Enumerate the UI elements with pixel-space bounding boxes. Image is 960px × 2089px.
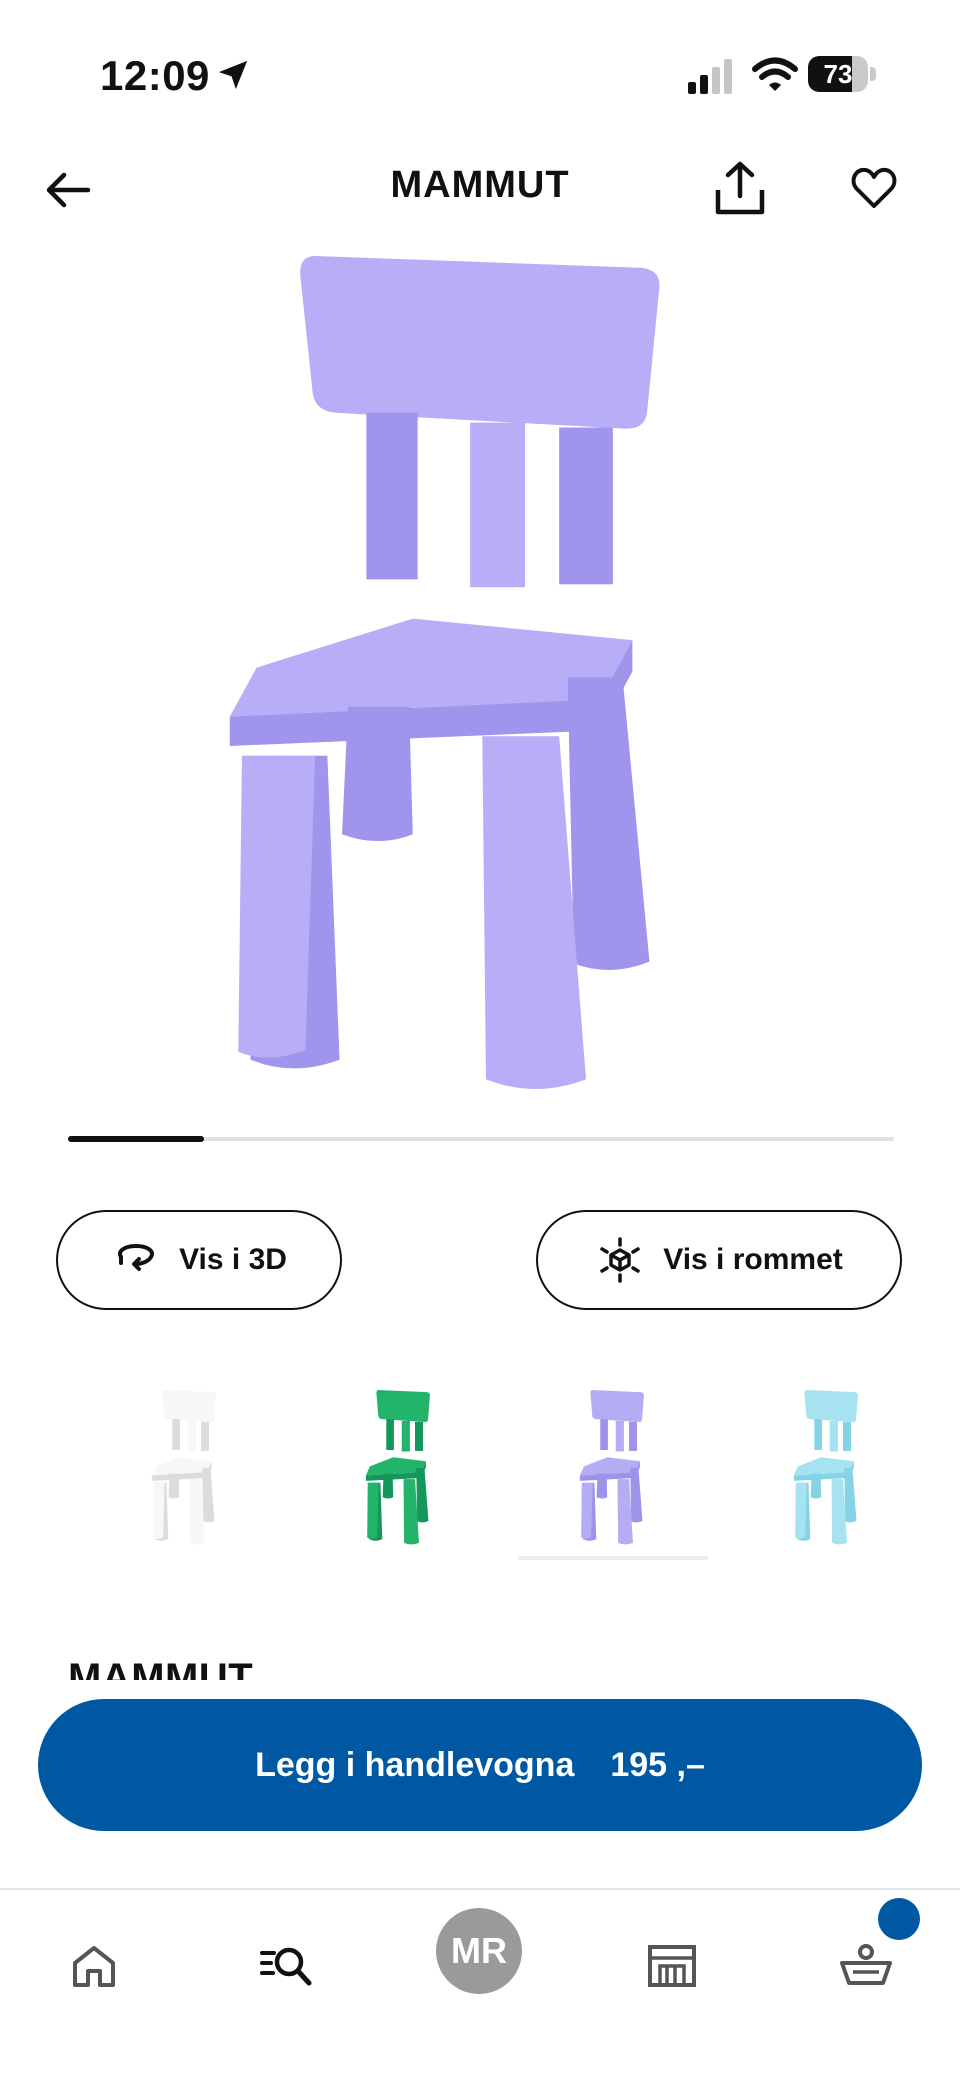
status-bar: 12:09 73	[0, 0, 960, 150]
variant-chair-image	[151, 1390, 216, 1545]
variant-green[interactable]	[304, 1390, 494, 1580]
add-to-cart-label: Legg i handlevogna	[255, 1745, 575, 1784]
share-icon[interactable]	[712, 160, 768, 218]
bottom-navigation: MR	[0, 1888, 960, 2089]
home-icon	[73, 1946, 115, 1987]
store-icon	[648, 1945, 696, 1987]
variant-chair-image	[579, 1390, 644, 1545]
nav-home[interactable]	[54, 1926, 134, 2006]
variant-white[interactable]	[90, 1390, 280, 1580]
cart-badge	[878, 1898, 920, 1940]
ar-cube-icon	[600, 1237, 640, 1283]
heart-icon[interactable]	[850, 164, 898, 212]
wifi-icon	[752, 57, 798, 91]
location-arrow-icon	[218, 60, 248, 90]
battery-percent: 73	[823, 59, 853, 89]
shopping-basket-icon	[840, 1944, 892, 1985]
nav-search[interactable]	[246, 1926, 326, 2006]
rotate-3d-icon	[118, 1243, 155, 1271]
cellular-signal-icon	[688, 59, 732, 94]
profile-avatar[interactable]: MR	[436, 1908, 522, 1994]
add-to-cart-button[interactable]: Legg i handlevogna 195 ,–	[38, 1699, 922, 1831]
nav-stores[interactable]	[632, 1926, 712, 2006]
product-image[interactable]	[200, 248, 760, 1118]
view-in-room-label: Vis i rommet	[663, 1243, 843, 1276]
battery-indicator: 73	[808, 56, 878, 94]
product-header: MAMMUT	[0, 150, 960, 230]
variant-light-blue[interactable]	[732, 1390, 922, 1580]
view-3d-label: Vis i 3D	[179, 1243, 287, 1276]
carousel-position	[68, 1136, 204, 1142]
status-time: 12:09	[100, 52, 210, 99]
selected-variant-indicator	[518, 1556, 708, 1560]
view-in-room-button[interactable]: Vis i rommet	[536, 1210, 902, 1310]
product-name-heading: MAMMUT	[68, 1656, 254, 1680]
page-title: MAMMUT	[390, 164, 570, 206]
image-carousel-indicator	[68, 1136, 894, 1142]
variant-chair-image	[365, 1390, 430, 1545]
variant-chair-image	[793, 1390, 858, 1545]
price: 195 ,–	[610, 1745, 705, 1784]
color-variants	[0, 1390, 960, 1580]
view-3d-button[interactable]: Vis i 3D	[56, 1210, 342, 1310]
variant-lilac[interactable]	[518, 1390, 708, 1580]
search-icon	[260, 1947, 312, 1986]
